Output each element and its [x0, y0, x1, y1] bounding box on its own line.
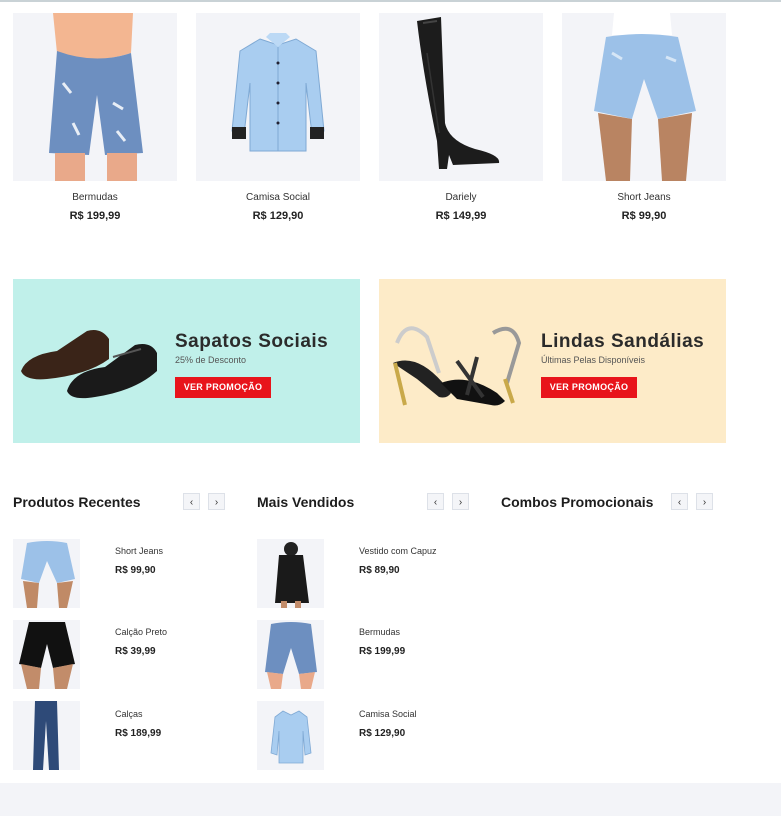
- section-title-recentes: Produtos Recentes: [13, 494, 141, 510]
- item-price: R$ 129,90: [359, 728, 406, 739]
- banner-title: Sapatos Sociais: [175, 331, 329, 352]
- shorts-photo[interactable]: [562, 13, 726, 181]
- next-arrow-button[interactable]: ›: [208, 493, 225, 510]
- banner-lindas-sandalias[interactable]: Lindas Sandálias Últimas Pelas Disponíve…: [379, 279, 726, 443]
- item-price: R$ 99,90: [115, 565, 156, 576]
- camisa-social-thumb[interactable]: [257, 701, 324, 770]
- prev-arrow-button[interactable]: ‹: [671, 493, 688, 510]
- product-name[interactable]: Short Jeans: [562, 192, 726, 203]
- product-price: R$ 99,90: [621, 210, 667, 222]
- footer-band: [0, 783, 781, 816]
- banner-subtitle: Últimas Pelas Disponíveis: [541, 355, 646, 365]
- dress-shoes-icon: [21, 330, 157, 399]
- top-divider: [0, 0, 781, 2]
- item-name[interactable]: Calção Preto: [115, 627, 167, 637]
- item-name[interactable]: Short Jeans: [115, 546, 163, 556]
- banner-subtitle: 25% de Desconto: [175, 355, 247, 365]
- item-name[interactable]: Bermudas: [359, 627, 400, 637]
- product-card-short-jeans[interactable]: Short Jeans R$ 99,90: [562, 13, 726, 222]
- boot-photo[interactable]: [379, 13, 543, 181]
- product-card-bermudas[interactable]: Bermudas R$ 199,99: [13, 13, 177, 222]
- item-price: R$ 39,99: [115, 646, 156, 657]
- product-price: R$ 199,99: [69, 210, 121, 222]
- item-price: R$ 199,99: [359, 646, 406, 657]
- section-title-combos: Combos Promocionais: [501, 494, 654, 510]
- product-name[interactable]: Darіely: [379, 192, 543, 203]
- item-name[interactable]: Vestido com Capuz: [359, 546, 437, 556]
- item-price: R$ 189,99: [115, 728, 162, 739]
- item-name[interactable]: Calças: [115, 709, 143, 719]
- short-jeans-thumb[interactable]: [13, 539, 80, 608]
- product-price: R$ 149,99: [435, 210, 487, 222]
- prev-arrow-button[interactable]: ‹: [427, 493, 444, 510]
- banner-sapatos-sociais[interactable]: Sapatos Sociais 25% de Desconto VER PROM…: [13, 279, 360, 443]
- calcao-preto-thumb[interactable]: [13, 620, 80, 689]
- next-arrow-button[interactable]: ›: [696, 493, 713, 510]
- product-card-camisa-social[interactable]: Camisa Social R$ 129,90: [196, 13, 360, 222]
- vestido-capuz-thumb[interactable]: [257, 539, 324, 608]
- product-card-dariely[interactable]: Darіely R$ 149,99: [379, 13, 543, 222]
- bermuda-photo[interactable]: [13, 13, 177, 181]
- banner-title: Lindas Sandálias: [541, 331, 705, 352]
- product-name[interactable]: Camisa Social: [196, 192, 360, 203]
- calcas-thumb[interactable]: [13, 701, 80, 770]
- product-price: R$ 129,90: [252, 210, 304, 222]
- item-price: R$ 89,90: [359, 565, 400, 576]
- section-title-mais-vendidos: Mais Vendidos: [257, 494, 355, 510]
- item-name[interactable]: Camisa Social: [359, 709, 417, 719]
- bermudas-thumb[interactable]: [257, 620, 324, 689]
- product-name[interactable]: Bermudas: [13, 192, 177, 203]
- ver-promocao-button[interactable]: VER PROMOÇÃO: [541, 377, 637, 398]
- next-arrow-button[interactable]: ›: [452, 493, 469, 510]
- sandals-icon: [393, 326, 522, 406]
- shirt-photo[interactable]: [196, 13, 360, 181]
- prev-arrow-button[interactable]: ‹: [183, 493, 200, 510]
- ver-promocao-button[interactable]: VER PROMOÇÃO: [175, 377, 271, 398]
